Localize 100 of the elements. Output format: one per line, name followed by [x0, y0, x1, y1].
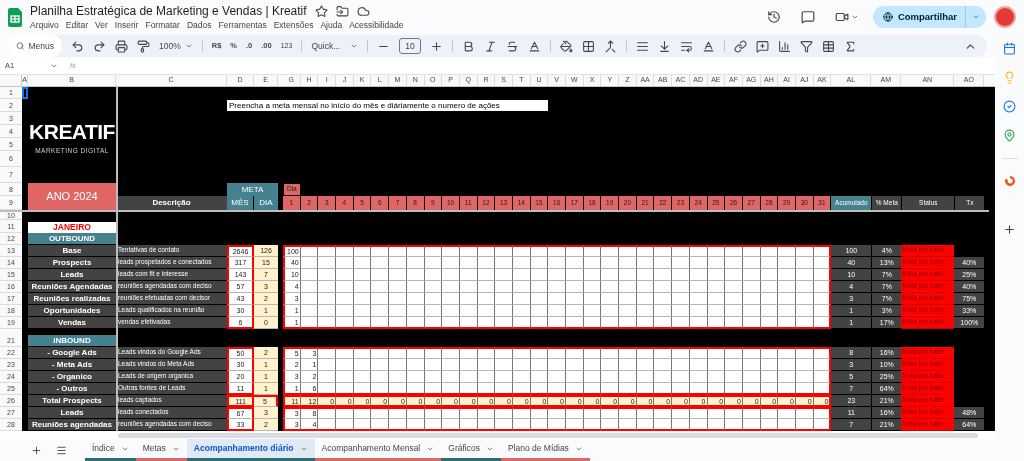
row-label: Leads [28, 269, 116, 281]
table-cell [371, 257, 390, 269]
table-cell [548, 383, 566, 395]
row-label: - Outros [28, 383, 116, 395]
search-icon [16, 41, 25, 51]
table-cell [371, 383, 390, 395]
add-comment-icon[interactable] [755, 39, 769, 53]
table-cell [548, 317, 566, 329]
zoom-dropdown[interactable]: 100% [159, 39, 193, 53]
table-cell [672, 257, 690, 269]
table-cell [566, 347, 584, 359]
table-cell [672, 293, 690, 305]
menu-item[interactable]: Arquivo [30, 20, 59, 30]
calendar-icon[interactable] [1003, 42, 1016, 55]
menu-item[interactable]: Acessibilidade [349, 20, 404, 30]
menu-item[interactable]: Extensões [273, 20, 314, 30]
paint-format-icon[interactable] [137, 39, 150, 53]
row-label: - Organico [28, 371, 116, 383]
italic-icon[interactable] [483, 39, 497, 53]
menu-item[interactable]: Editar [65, 20, 89, 30]
fill-color-icon[interactable] [559, 39, 573, 53]
table-cell [442, 245, 460, 257]
table-cell [318, 245, 337, 257]
table-cell [654, 257, 673, 269]
row-label: Total Prospects [28, 395, 116, 407]
table-cell [336, 257, 354, 269]
table-cell [619, 293, 637, 305]
sheet-tab[interactable]: Acompanhamento diário [186, 439, 315, 461]
table-cell [725, 305, 743, 317]
search-field[interactable]: Menus [8, 35, 62, 57]
table-cell [336, 407, 354, 419]
text-rotation-icon[interactable] [701, 39, 715, 53]
font-size-field[interactable]: 10 [399, 37, 421, 55]
star-icon[interactable] [314, 4, 328, 18]
filter-icon[interactable] [799, 39, 813, 53]
table-cell [442, 281, 460, 293]
wrap-icon[interactable] [679, 39, 693, 53]
menu-item[interactable]: Dados [186, 20, 212, 30]
menu-item[interactable]: Formatar [145, 20, 180, 30]
chart-icon[interactable] [777, 39, 791, 53]
table-cell [654, 383, 673, 395]
merge-icon[interactable] [603, 39, 617, 53]
strikethrough-icon[interactable] [505, 39, 519, 53]
cloud-icon[interactable] [356, 4, 370, 18]
menu-item[interactable]: Inserir [114, 20, 139, 30]
table-cell [442, 317, 460, 329]
table-cell [336, 293, 354, 305]
folder-icon[interactable] [335, 4, 349, 18]
sheet-tab[interactable]: Plano de Mídias [500, 439, 590, 461]
undo-icon[interactable] [71, 39, 84, 53]
menu-item[interactable]: Ajuda [320, 20, 343, 30]
sheet-tab[interactable]: Gráficos [441, 439, 501, 461]
comment-icon[interactable] [800, 10, 815, 24]
note-text: Preencha a meta mensal no início do mês e diáriamente o numero de ações [227, 100, 549, 111]
table-cell [619, 371, 637, 383]
menu-item[interactable]: Ver [95, 20, 108, 30]
table-cell [654, 347, 673, 359]
table-icon[interactable] [821, 39, 835, 53]
table-cell [495, 407, 513, 419]
vertical-align-icon[interactable] [657, 39, 671, 53]
table-cell [654, 269, 673, 281]
plus-icon[interactable] [1003, 223, 1016, 236]
table-cell [371, 407, 390, 419]
align-icon[interactable] [635, 39, 649, 53]
table-cell [442, 383, 460, 395]
table-cell [778, 245, 796, 257]
year-label: ANO 2024 [28, 183, 116, 210]
caret-icon [972, 13, 980, 21]
document-title[interactable]: Planilha Estratégica de Marketing e Vendas | Kreatif [30, 5, 307, 18]
spreadsheet-logo-icon[interactable] [8, 7, 22, 27]
plus-icon[interactable] [429, 39, 443, 53]
table-cell [548, 269, 566, 281]
avatar[interactable] [994, 6, 1016, 28]
text-color-icon[interactable] [527, 39, 541, 53]
table-cell [778, 371, 796, 383]
table-cell [442, 293, 460, 305]
table-cell [371, 305, 390, 317]
map-pin-icon[interactable] [1003, 129, 1016, 142]
table-cell [336, 245, 354, 257]
borders-icon[interactable] [581, 39, 595, 53]
font-dropdown[interactable]: Quick... [311, 39, 359, 53]
history-icon[interactable] [766, 10, 781, 24]
print-icon[interactable] [115, 39, 128, 53]
table-cell [371, 359, 390, 371]
table-cell [672, 305, 690, 317]
tasks-icon[interactable] [1003, 100, 1016, 113]
video-icon[interactable] [834, 10, 849, 24]
table-cell [566, 317, 584, 329]
table-cell [654, 317, 673, 329]
table-cell [725, 383, 743, 395]
sheet-tab[interactable]: Índice [85, 439, 136, 461]
addon-icon[interactable] [1003, 175, 1016, 187]
column-title: DIA [254, 196, 278, 210]
link-icon[interactable] [733, 39, 747, 53]
table-cell [725, 371, 743, 383]
menu-item[interactable]: Ferramentas [218, 20, 267, 30]
sheet-tab[interactable]: Acompanhamento Mensal [314, 439, 442, 461]
scrollbar[interactable] [118, 432, 978, 438]
redo-icon[interactable] [93, 39, 106, 53]
table-cell [672, 317, 690, 329]
